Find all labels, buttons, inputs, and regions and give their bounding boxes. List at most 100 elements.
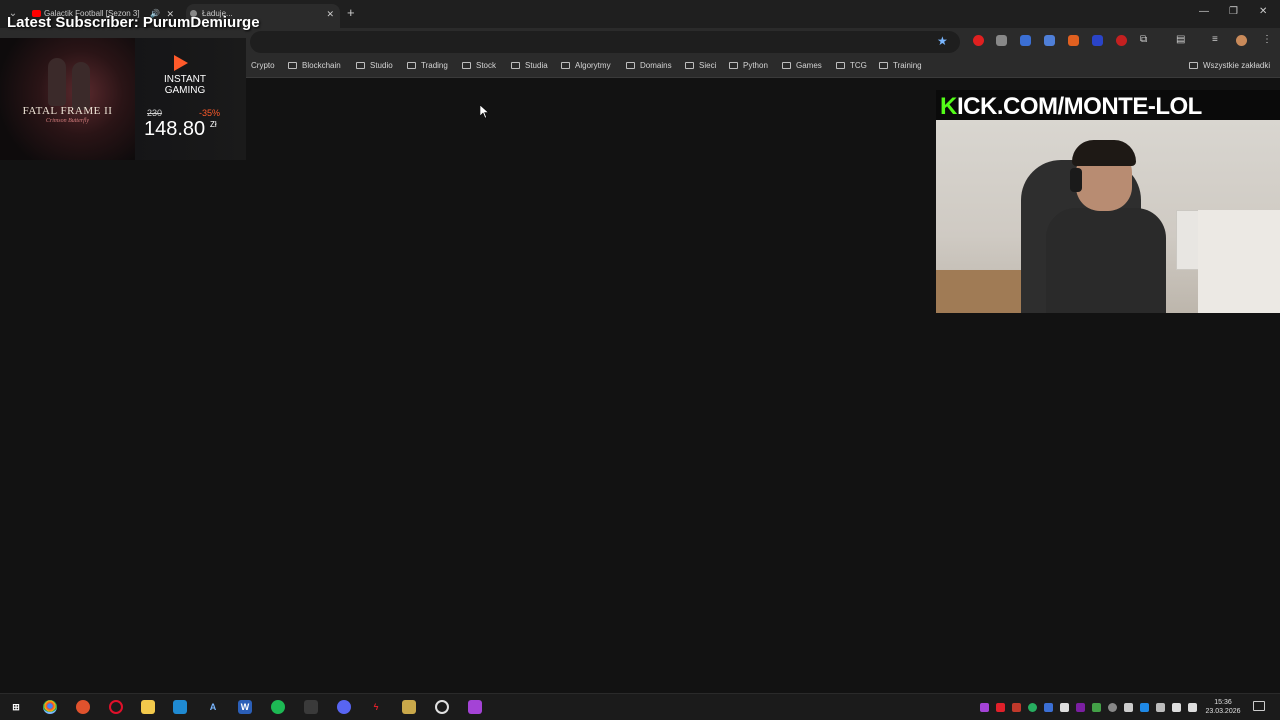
bookmark-folder-trading[interactable]: Trading (407, 61, 448, 70)
media-control-icon[interactable]: ≡ (1212, 34, 1218, 45)
latest-subscriber-banner: Latest Subscriber: PurumDemiurge (7, 14, 260, 31)
side-panel-icon[interactable]: ▤ (1176, 34, 1185, 45)
tray-red-icon[interactable] (1012, 703, 1021, 712)
price-currency: Zł (210, 120, 217, 129)
webcam-person-body (1046, 208, 1166, 313)
webcam-bed (1198, 210, 1280, 313)
instant-gaming-ad: FATAL FRAME II Crimson Butterfly INSTANT… (0, 38, 246, 160)
old-price: 230 (147, 108, 163, 118)
tray-windows-icon[interactable] (1156, 703, 1165, 712)
bookmark-folder-python[interactable]: Python (729, 61, 768, 70)
extension-cursor-icon[interactable] (1092, 35, 1103, 46)
close-tab-icon[interactable]: ✕ (326, 4, 334, 24)
tray-n-icon[interactable] (1076, 703, 1085, 712)
webcam-feed (936, 120, 1280, 313)
windows-start-icon[interactable]: ⊞ (9, 700, 23, 714)
volume-icon[interactable] (1188, 703, 1197, 712)
bookmark-folder-games[interactable]: Games (782, 61, 822, 70)
obs-icon[interactable] (435, 700, 449, 714)
kick-url-text: ICK.COM/MONTE-LOL (957, 93, 1202, 120)
bookmark-folder-algorytmy[interactable]: Algorytmy (561, 61, 611, 70)
translate-icon[interactable] (1020, 35, 1031, 46)
tray-capture-icon[interactable] (980, 703, 989, 712)
folder-icon (356, 62, 365, 69)
spotify-icon[interactable] (271, 700, 285, 714)
kick-logo-letter: K (940, 93, 958, 120)
kick-channel-banner: K ICK.COM/MONTE-LOL (936, 90, 1280, 120)
extension-orange-icon[interactable] (1068, 35, 1079, 46)
folder-icon (782, 62, 791, 69)
menu-kebab-icon[interactable]: ⋮ (1262, 34, 1272, 45)
file-explorer-icon[interactable] (141, 700, 155, 714)
cover-figure-left (48, 58, 66, 106)
extension-blue-icon[interactable] (1044, 35, 1055, 46)
bookmark-folder-sieci[interactable]: Sieci (685, 61, 716, 70)
discord-icon[interactable] (337, 700, 351, 714)
extension-red-icon[interactable] (973, 35, 984, 46)
profile-avatar[interactable] (1236, 35, 1247, 46)
folder-icon (685, 62, 694, 69)
tray-device-icon[interactable] (1124, 703, 1133, 712)
current-price: 148.80 (144, 118, 206, 140)
bookmark-folder-studio[interactable]: Studio (356, 61, 393, 70)
new-tab-button[interactable]: + (347, 5, 355, 20)
bookmark-folder-stock[interactable]: Stock (462, 61, 496, 70)
bookmark-folder-blockchain[interactable]: Blockchain (288, 61, 341, 70)
clock-date: 23.03.2026 (1205, 708, 1241, 715)
desktop-screen: ⌄ Galactik Football [Sezon 3] 🔊 ✕ Ładuję… (0, 0, 1280, 720)
tray-battery-icon[interactable] (1092, 703, 1101, 712)
extension-gray-icon[interactable] (996, 35, 1007, 46)
calculator-icon[interactable] (304, 700, 318, 714)
folder-icon (561, 62, 570, 69)
headset-icon (1070, 168, 1082, 192)
notification-icon[interactable] (1253, 701, 1265, 711)
package-icon[interactable] (402, 700, 416, 714)
cover-figure-right (72, 62, 90, 110)
chrome-icon[interactable] (43, 700, 57, 714)
discount-badge: -35% (199, 108, 221, 118)
tray-flash-icon[interactable] (996, 703, 1005, 712)
windows-taskbar: ⊞ A W ϟ 15:36 23.03.2026 (0, 693, 1280, 720)
folder-icon (407, 62, 416, 69)
flash-icon[interactable]: ϟ (369, 700, 383, 714)
tray-blue-icon[interactable] (1044, 703, 1053, 712)
game-title: FATAL FRAME II (22, 105, 113, 117)
webcam-person-hair (1072, 140, 1136, 166)
tray-green-icon[interactable] (1028, 703, 1037, 712)
folder-icon (1189, 62, 1198, 69)
brand-name: INSTANT GAMING (163, 74, 207, 96)
bookmark-folder-tcg[interactable]: TCG (836, 61, 867, 70)
folder-icon (879, 62, 888, 69)
game-subtitle: Crimson Butterfly (45, 118, 90, 124)
all-bookmarks-folder[interactable]: Wszystkie zakładki (1189, 61, 1270, 70)
clock-time: 15:36 (1214, 699, 1232, 706)
extension-red-dot-icon[interactable] (1116, 35, 1127, 46)
capture-icon[interactable] (468, 700, 482, 714)
word-icon[interactable]: W (238, 700, 252, 714)
folder-icon (462, 62, 471, 69)
bookmark-star-icon[interactable]: ★ (937, 34, 948, 48)
instant-gaming-logo-icon (174, 55, 188, 71)
folder-icon (836, 62, 845, 69)
system-clock[interactable]: 15:36 23.03.2026 (1200, 698, 1246, 716)
bookmark-folder-crypto[interactable]: Crypto (251, 61, 275, 70)
address-bar[interactable] (250, 31, 960, 53)
wifi-icon[interactable] (1172, 703, 1181, 712)
bookmark-folder-training[interactable]: Training (879, 61, 922, 70)
mouse-cursor-icon (480, 105, 490, 119)
opera-icon[interactable] (109, 700, 123, 714)
minimize-icon[interactable]: — (1199, 6, 1209, 17)
bluetooth-icon[interactable] (1140, 703, 1149, 712)
bookmark-folder-domains[interactable]: Domains (626, 61, 672, 70)
folder-icon (729, 62, 738, 69)
extensions-puzzle-icon[interactable]: ⧉ (1140, 34, 1147, 45)
brave-icon[interactable] (76, 700, 90, 714)
vscode-icon[interactable] (173, 700, 187, 714)
game-cover-art: FATAL FRAME II Crimson Butterfly (0, 38, 135, 160)
tray-steam-icon[interactable] (1108, 703, 1117, 712)
arc-icon[interactable]: A (206, 700, 220, 714)
bookmark-folder-studia[interactable]: Studia (511, 61, 548, 70)
close-window-icon[interactable]: ✕ (1259, 6, 1267, 17)
microphone-icon[interactable] (1060, 703, 1069, 712)
restore-icon[interactable]: ❐ (1229, 6, 1238, 17)
